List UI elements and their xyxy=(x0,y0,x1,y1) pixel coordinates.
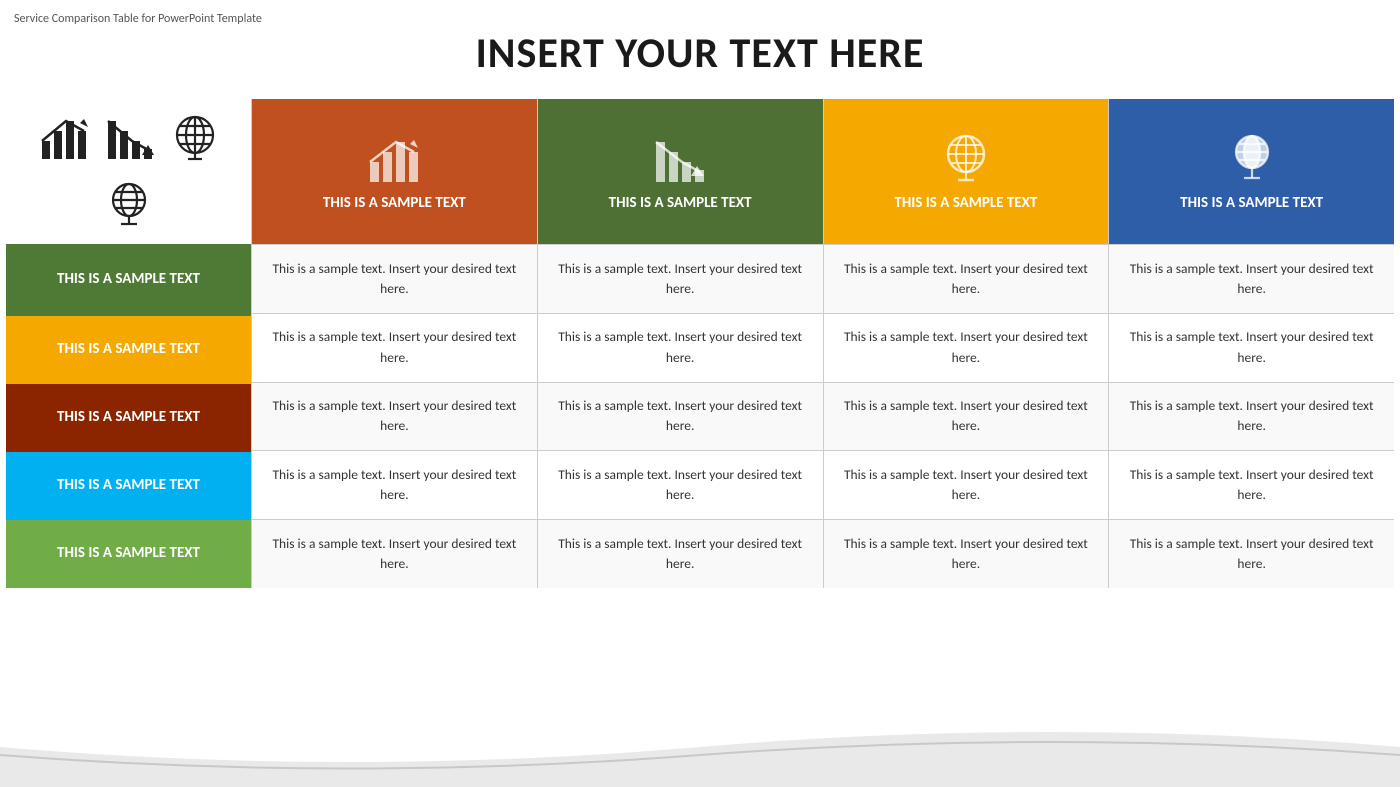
cell-1-5: This is a sample text. Insert your desir… xyxy=(252,519,537,588)
watermark-text: Service Comparison Table for PowerPoint … xyxy=(14,12,262,26)
cell-2-4: This is a sample text. Insert your desir… xyxy=(538,450,823,519)
cell-3-4: This is a sample text. Insert your desir… xyxy=(824,450,1109,519)
wave-decoration xyxy=(0,727,1400,787)
cell-1-3: This is a sample text. Insert your desir… xyxy=(252,382,537,451)
cell-4-5: This is a sample text. Insert your desir… xyxy=(1109,519,1394,588)
data-column-2: THIS IS A SAMPLE TEXT This is a sample t… xyxy=(537,99,823,588)
icons-area xyxy=(6,99,251,244)
bar-chart-up-icon xyxy=(35,110,91,166)
cell-2-3: This is a sample text. Insert your desir… xyxy=(538,382,823,451)
cell-3-5: This is a sample text. Insert your desir… xyxy=(824,519,1109,588)
col-header-2-text: THIS IS A SAMPLE TEXT xyxy=(609,194,752,212)
bar-chart-down-icon xyxy=(101,110,157,166)
col-header-1: THIS IS A SAMPLE TEXT xyxy=(252,99,537,244)
cell-4-4: This is a sample text. Insert your desir… xyxy=(1109,450,1394,519)
col-header-1-text: THIS IS A SAMPLE TEXT xyxy=(323,194,466,212)
cell-1-2: This is a sample text. Insert your desir… xyxy=(252,313,537,382)
comparison-table: THIS IS A SAMPLE TEXT THIS IS A SAMPLE T… xyxy=(6,99,1394,588)
col-header-4: THIS IS A SAMPLE TEXT xyxy=(1109,99,1394,244)
row-label-2: THIS IS A SAMPLE TEXT xyxy=(6,316,251,384)
row-label-1: THIS IS A SAMPLE TEXT xyxy=(6,244,251,316)
cell-3-3: This is a sample text. Insert your desir… xyxy=(824,382,1109,451)
globe-filled-icon xyxy=(167,110,223,166)
cell-3-1: This is a sample text. Insert your desir… xyxy=(824,244,1109,313)
row-label-5: THIS IS A SAMPLE TEXT xyxy=(6,520,251,588)
row-label-3: THIS IS A SAMPLE TEXT xyxy=(6,384,251,452)
globe-stand-small-icon xyxy=(101,177,157,233)
data-column-4: THIS IS A SAMPLE TEXT This is a sample t… xyxy=(1108,99,1394,588)
data-column-3: THIS IS A SAMPLE TEXT This is a sample t… xyxy=(823,99,1109,588)
cell-1-1: This is a sample text. Insert your desir… xyxy=(252,244,537,313)
cell-2-2: This is a sample text. Insert your desir… xyxy=(538,313,823,382)
col-header-3-text: THIS IS A SAMPLE TEXT xyxy=(894,194,1037,212)
cell-2-5: This is a sample text. Insert your desir… xyxy=(538,519,823,588)
cell-3-2: This is a sample text. Insert your desir… xyxy=(824,313,1109,382)
row-label-4: THIS IS A SAMPLE TEXT xyxy=(6,452,251,520)
row-labels-column: THIS IS A SAMPLE TEXT THIS IS A SAMPLE T… xyxy=(6,99,251,588)
col-header-4-text: THIS IS A SAMPLE TEXT xyxy=(1180,194,1323,212)
cell-4-2: This is a sample text. Insert your desir… xyxy=(1109,313,1394,382)
cell-1-4: This is a sample text. Insert your desir… xyxy=(252,450,537,519)
data-column-1: THIS IS A SAMPLE TEXT This is a sample t… xyxy=(251,99,537,588)
col-header-3: THIS IS A SAMPLE TEXT xyxy=(824,99,1109,244)
cell-4-3: This is a sample text. Insert your desir… xyxy=(1109,382,1394,451)
cell-2-1: This is a sample text. Insert your desir… xyxy=(538,244,823,313)
cell-4-1: This is a sample text. Insert your desir… xyxy=(1109,244,1394,313)
col-header-2: THIS IS A SAMPLE TEXT xyxy=(538,99,823,244)
